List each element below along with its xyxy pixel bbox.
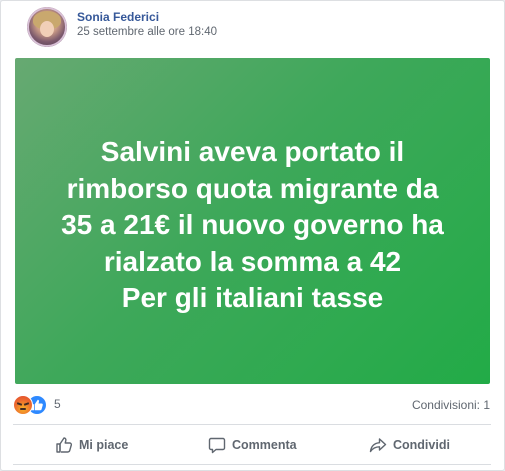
comment-button[interactable]: Commenta [208,429,297,461]
image-text-line: rialzato la somma a 42 [103,245,402,277]
image-text-line: rimborso quota migrante da [66,172,439,204]
author-name-link[interactable]: Sonia Federici [77,10,159,24]
divider [13,464,491,465]
comment-icon [208,437,226,454]
post-timestamp-link[interactable]: 25 settembre alle ore 18:40 [77,26,217,38]
share-button[interactable]: Condividi [369,429,450,461]
image-text-line: Salvini aveva portato il [100,136,405,167]
like-button-label: Mi piace [79,438,129,452]
reaction-count[interactable]: 5 [54,397,61,411]
share-button-label: Condividi [393,438,450,452]
image-text-line: Per gli italiani tasse [121,282,384,313]
post-image[interactable]: Salvini aveva portato il rimborso quota … [15,58,490,384]
post-actions-bar: Mi piace Commenta Condividi [13,429,491,461]
shares-count-link[interactable]: Condivisioni: 1 [412,398,490,412]
like-button[interactable]: Mi piace [55,429,128,461]
post-image-text: Salvini aveva portato il rimborso quota … [15,134,490,317]
avatar[interactable] [27,7,67,47]
facebook-post-card: Sonia Federici 25 settembre alle ore 18:… [0,0,505,471]
avatar-ring [27,7,67,47]
thumbs-up-icon [56,437,73,453]
share-arrow-icon [369,438,387,453]
divider [13,424,491,425]
image-text-line: 35 a 21€ il nuovo governo ha [61,209,444,240]
comment-button-label: Commenta [232,438,297,452]
angry-reaction-icon [13,395,33,415]
